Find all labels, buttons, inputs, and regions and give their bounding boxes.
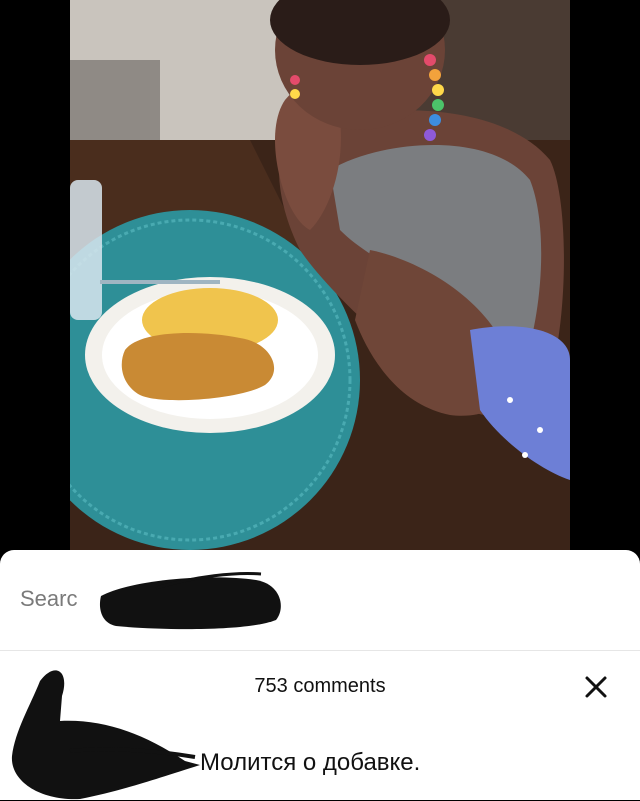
comments-sheet: Searc 753 comments Молится о добавке. xyxy=(0,550,640,800)
photo-frame xyxy=(0,0,640,550)
post-caption: Молится о добавке. xyxy=(200,749,421,776)
search-label: Searc xyxy=(20,586,78,611)
redaction-scribble xyxy=(99,572,281,630)
close-icon[interactable] xyxy=(580,671,612,703)
search-row[interactable]: Searc xyxy=(0,550,640,651)
comments-header: 753 comments Молится о добавке. xyxy=(0,651,640,800)
post-photo xyxy=(70,0,570,550)
redaction-scribble-avatar xyxy=(11,670,200,800)
